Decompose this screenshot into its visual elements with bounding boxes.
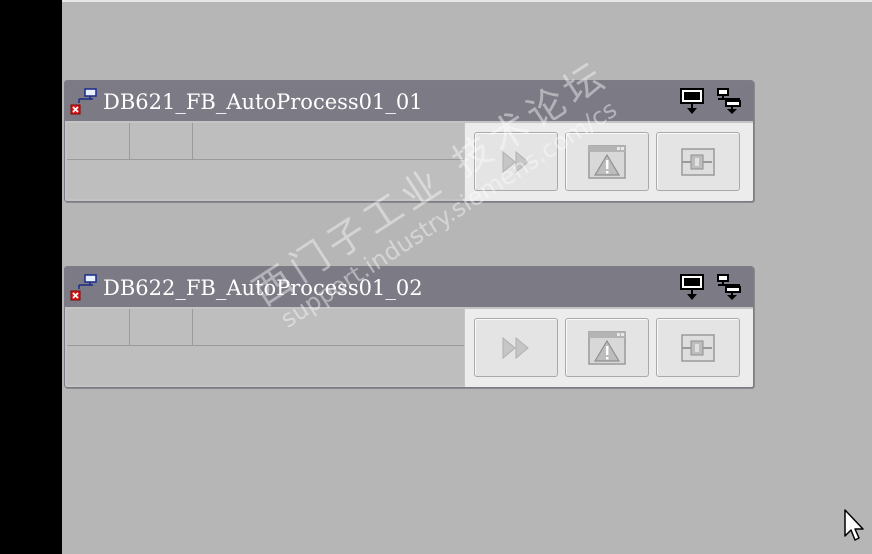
left-black-border xyxy=(0,0,62,554)
faceplate-db621: DB621_FB_AutoProcess01_01 xyxy=(64,80,754,202)
display-down-icon[interactable] xyxy=(679,87,705,115)
value-cell xyxy=(130,123,193,159)
fast-forward-icon xyxy=(502,150,529,173)
connector-icon xyxy=(681,147,715,176)
faceplate-value-panel xyxy=(67,123,464,199)
faceplate-title: DB622_FB_AutoProcess01_02 xyxy=(103,276,423,300)
connection-error-icon xyxy=(70,274,97,301)
value-row xyxy=(67,309,464,346)
warning-window-icon xyxy=(588,330,626,365)
run-button[interactable] xyxy=(474,132,558,191)
alarm-window-button[interactable] xyxy=(565,132,649,191)
display-down-icon[interactable] xyxy=(679,273,705,301)
parameter-button[interactable] xyxy=(656,132,740,191)
alarm-window-button[interactable] xyxy=(565,318,649,377)
faceplate-db622: DB622_FB_AutoProcess01_02 xyxy=(64,266,754,388)
faceplate-header: DB621_FB_AutoProcess01_01 xyxy=(65,81,753,121)
warning-window-icon xyxy=(588,144,626,179)
value-cell xyxy=(67,123,130,159)
value-cell xyxy=(130,309,193,345)
connector-icon xyxy=(681,333,715,362)
connection-error-icon xyxy=(70,88,97,115)
faceplate-button-area xyxy=(465,309,753,387)
faceplate-header: DB622_FB_AutoProcess01_02 xyxy=(65,267,753,307)
mouse-cursor-icon xyxy=(844,509,864,541)
parameter-button[interactable] xyxy=(656,318,740,377)
status-row xyxy=(67,346,464,385)
fast-forward-icon xyxy=(502,336,529,359)
value-row xyxy=(67,123,464,160)
faceplate-title: DB621_FB_AutoProcess01_01 xyxy=(103,90,423,114)
run-button[interactable] xyxy=(474,318,558,377)
top-edge-line xyxy=(62,0,872,2)
faceplate-value-panel xyxy=(67,309,464,385)
tree-down-icon[interactable] xyxy=(716,87,742,115)
status-row xyxy=(67,160,464,199)
faceplate-button-area xyxy=(465,123,753,201)
tree-down-icon[interactable] xyxy=(716,273,742,301)
value-cell xyxy=(67,309,130,345)
